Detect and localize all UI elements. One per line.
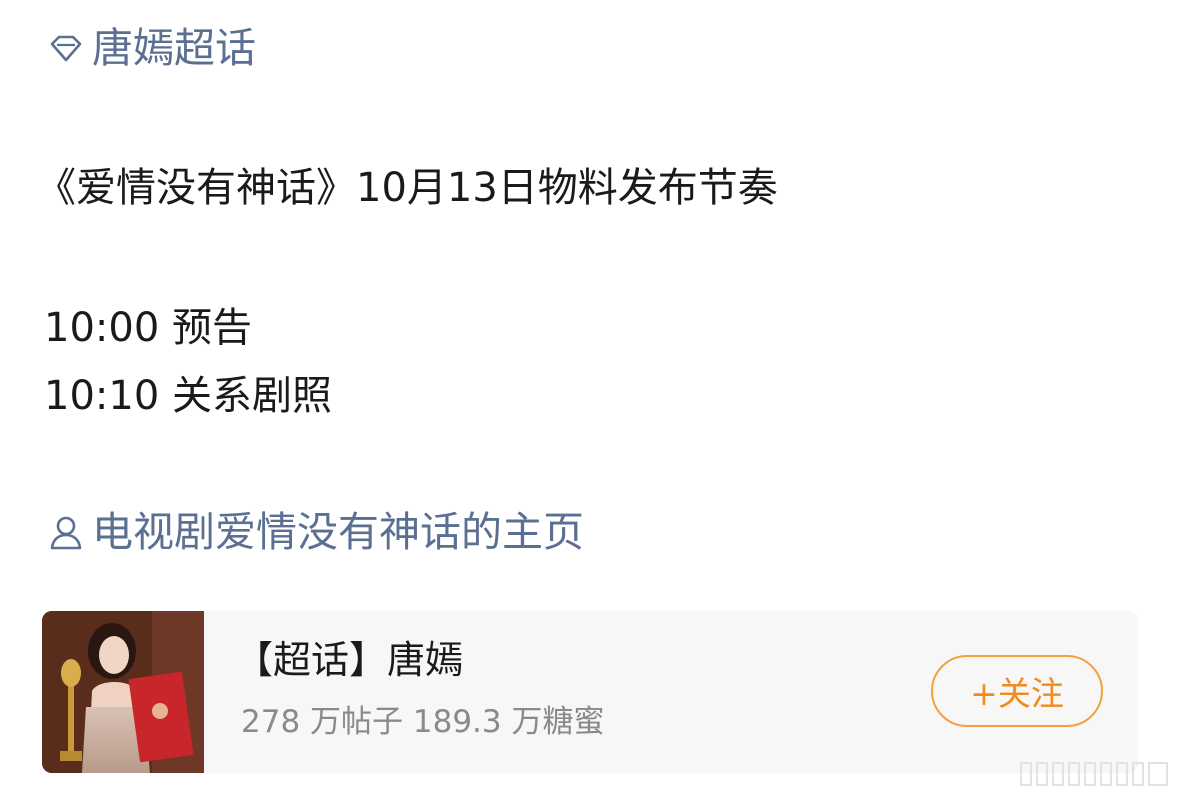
homepage-link-label: 电视剧爱情没有神话的主页	[92, 508, 584, 556]
follow-button[interactable]: +关注	[931, 655, 1103, 727]
supertopic-thumbnail	[42, 611, 204, 773]
supertopic-stats: 278 万帖子 189.3 万糖蜜	[241, 704, 605, 740]
homepage-link[interactable]: 电视剧爱情没有神话的主页	[46, 512, 584, 553]
user-icon	[46, 513, 86, 553]
schedule-line: 10:10 关系剧照	[44, 373, 332, 419]
schedule-line: 10:00 预告	[44, 305, 252, 351]
supertopic-link[interactable]: 唐嫣超话	[46, 28, 256, 69]
watermark-pattern	[1019, 759, 1171, 789]
supertopic-title: 【超话】唐嫣	[235, 638, 464, 682]
supertopic-card[interactable]: 【超话】唐嫣 278 万帖子 189.3 万糖蜜 +关注	[42, 611, 1138, 773]
diamond-icon	[46, 29, 86, 69]
post-title: 《爱情没有神话》10月13日物料发布节奏	[36, 165, 778, 211]
supertopic-link-label: 唐嫣超话	[92, 24, 256, 72]
